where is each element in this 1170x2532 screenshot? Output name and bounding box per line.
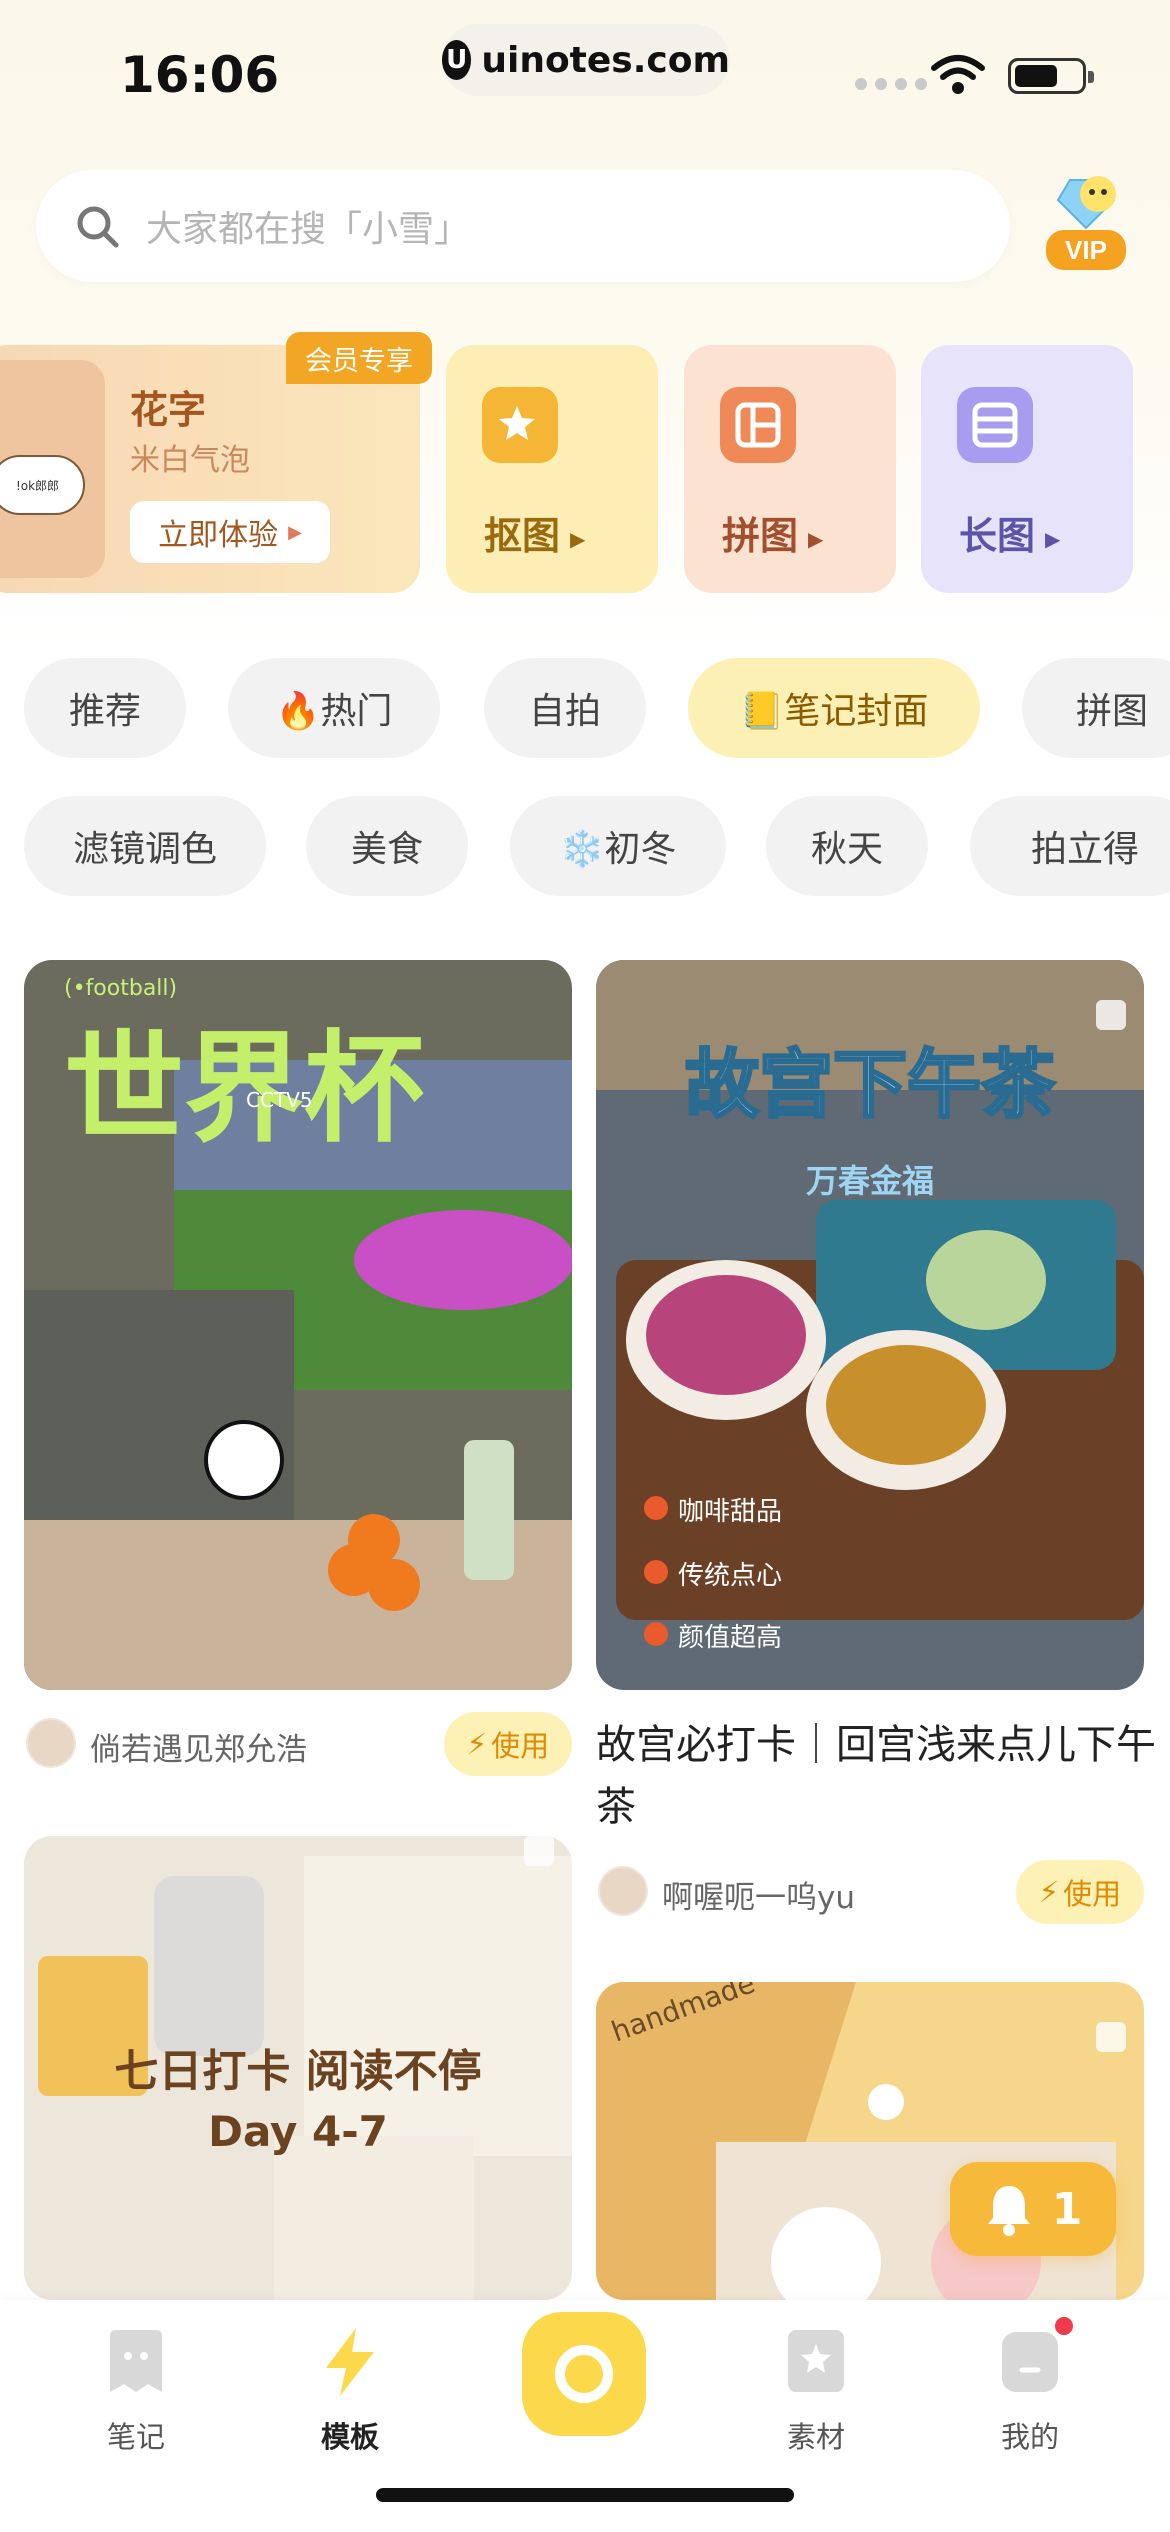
tab-label: 笔记 (106, 2420, 165, 2454)
tab-profile[interactable]: 我的 (960, 2322, 1100, 2456)
speech-bubble-icon: !ok郎郎 (0, 455, 85, 515)
image-headline: 世界杯 (64, 1020, 424, 1159)
site-logo-icon: U (442, 40, 472, 80)
vip-label: VIP (1065, 235, 1107, 265)
chip-note-cover[interactable]: 📒笔记封面 (688, 658, 980, 758)
url-text: uinotes.com (481, 39, 730, 81)
use-template-button[interactable]: ⚡ 使用 (1016, 1860, 1144, 1924)
template-card-worldcup[interactable]: (•football) 世界杯 CCTV5 (24, 960, 572, 1690)
star-wand-icon (482, 387, 558, 463)
chip-selfie[interactable]: 自拍 (484, 658, 646, 758)
battery-icon (1008, 58, 1094, 94)
try-now-button[interactable]: 立即体验 ▶ (130, 501, 330, 563)
feature-tile-collage[interactable]: 拼图 ▶ (684, 345, 896, 593)
reading-image: 七日打卡 阅读不停 Day 4-7 (24, 1836, 572, 2300)
collage-icon (720, 387, 796, 463)
notification-count: 1 (1051, 2183, 1083, 2235)
unread-badge (1052, 2314, 1076, 2338)
chip-hot[interactable]: 🔥热门 (228, 658, 440, 758)
chip-early-winter[interactable]: ❄️初冬 (510, 796, 726, 896)
image-subline: Day 4-7 (208, 2107, 388, 2156)
notification-button[interactable]: 1 (950, 2162, 1116, 2256)
material-star-icon (788, 2330, 844, 2392)
search-placeholder: 大家都在搜「小雪」 (146, 209, 471, 250)
long-image-icon (957, 387, 1033, 463)
card-title[interactable]: 故宫必打卡｜回宫浅来点儿下午茶 (596, 1714, 1156, 1838)
palace-tea-image: 故宫下午茶 万春金福 咖啡甜品 传统点心 颜值超高 (596, 960, 1144, 1690)
tab-materials[interactable]: 素材 (746, 2322, 886, 2456)
template-card-palace-tea[interactable]: 故宫下午茶 万春金福 咖啡甜品 传统点心 颜值超高 (596, 960, 1144, 1690)
image-channel: CCTV5 (246, 1088, 313, 1112)
image-bullet: 颜值超高 (678, 1623, 782, 1653)
chip-filter[interactable]: 滤镜调色 (24, 796, 266, 896)
chip-collage[interactable]: 拼图 (1022, 658, 1170, 758)
arrow-right-icon: ▶ (1045, 526, 1061, 551)
tile-label: 抠图 (484, 514, 561, 558)
vip-icon[interactable]: VIP (1040, 172, 1130, 276)
tile-label: 长图 (959, 514, 1036, 558)
tab-label: 素材 (786, 2420, 845, 2454)
search-bar[interactable]: 大家都在搜「小雪」 (36, 170, 1010, 282)
feature-subtitle: 米白气泡 (130, 443, 250, 478)
feature-tile-cutout[interactable]: 抠图 ▶ (446, 345, 658, 593)
image-subline: 万春金福 (806, 1162, 934, 1200)
camera-icon (555, 2345, 613, 2403)
chip-autumn[interactable]: 秋天 (766, 796, 928, 896)
note-ghost-icon (110, 2330, 162, 2392)
arrow-right-icon: ▶ (808, 526, 824, 551)
lightning-icon: ⚡ (1038, 1875, 1060, 1909)
avatar[interactable] (598, 1866, 648, 1916)
author-name[interactable]: 倘若遇见郑允浩 (90, 1724, 307, 1769)
chip-polaroid[interactable]: 拍立得 (970, 796, 1170, 896)
tab-label: 模板 (320, 2420, 379, 2454)
tab-label: 我的 (1000, 2420, 1059, 2454)
image-tag: (•football) (64, 976, 177, 1001)
tile-label: 拼图 (722, 514, 799, 558)
tab-notes[interactable]: 笔记 (66, 2322, 206, 2456)
feature-title: 花字 (130, 388, 207, 432)
image-headline: 七日打卡 阅读不停 (114, 2046, 481, 2097)
huazi-thumbnail: !ok郎郎 (0, 360, 105, 578)
use-label: 使用 (491, 1729, 550, 1763)
status-bar: 16:06 U uinotes.com (0, 0, 1170, 150)
chip-food[interactable]: 美食 (306, 796, 468, 896)
image-headline: 故宫下午茶 (685, 1042, 1056, 1128)
wifi-icon (931, 55, 985, 94)
try-now-label: 立即体验 (158, 518, 279, 553)
status-time: 16:06 (120, 46, 280, 104)
use-label: 使用 (1063, 1877, 1122, 1911)
image-bullet: 咖啡甜品 (678, 1497, 782, 1527)
bell-icon (987, 2186, 1030, 2236)
use-template-button[interactable]: ⚡ 使用 (444, 1712, 572, 1776)
member-exclusive-badge: 会员专享 (286, 332, 432, 384)
camera-button[interactable] (522, 2312, 646, 2436)
lightning-icon (326, 2328, 374, 2396)
arrow-right-icon: ▶ (288, 521, 302, 543)
avatar[interactable] (26, 1718, 76, 1768)
home-indicator (376, 2488, 794, 2502)
template-card-reading[interactable]: 七日打卡 阅读不停 Day 4-7 (24, 1836, 572, 2300)
worldcup-image: (•football) 世界杯 CCTV5 (24, 960, 572, 1690)
url-pill: U uinotes.com (442, 24, 730, 96)
author-name[interactable]: 啊喔呃一呜yu (662, 1872, 855, 1917)
arrow-right-icon: ▶ (570, 526, 586, 551)
feature-tile-long-image[interactable]: 长图 ▶ (921, 345, 1133, 593)
signal-icon (855, 78, 927, 90)
chip-recommend[interactable]: 推荐 (24, 658, 186, 758)
image-bullet: 传统点心 (678, 1561, 782, 1591)
search-icon (77, 206, 119, 248)
tab-templates[interactable]: 模板 (280, 2322, 420, 2456)
lightning-icon: ⚡ (466, 1727, 488, 1761)
